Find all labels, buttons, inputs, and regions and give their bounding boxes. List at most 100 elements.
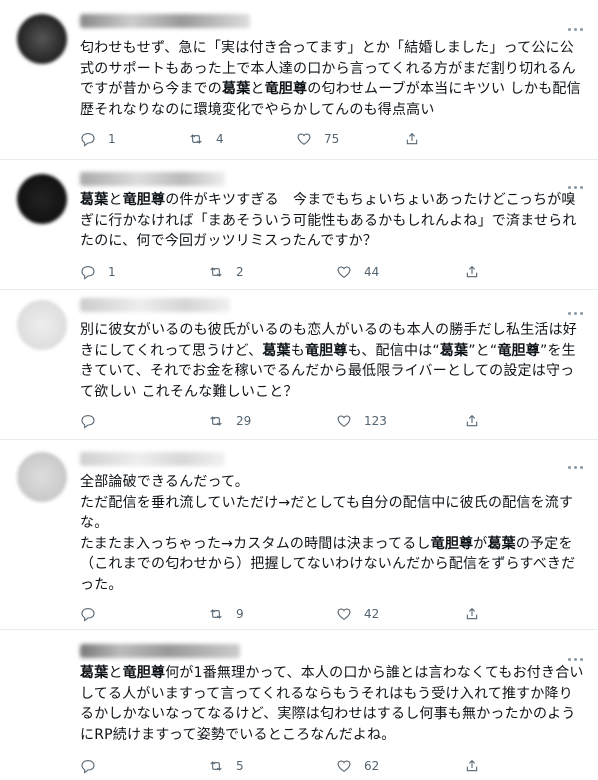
mention-name: 竜胆尊 bbox=[122, 665, 166, 681]
more-options-icon[interactable] bbox=[566, 16, 584, 31]
like-button[interactable]: 62 bbox=[336, 757, 379, 775]
share-button[interactable] bbox=[404, 130, 420, 148]
reply-count: 1 bbox=[108, 132, 116, 146]
tweet-text: 匂わせもせず、急に「実は付き合ってます」とか「結婚しました」って公に公式のサポー… bbox=[80, 38, 585, 120]
retweet-count: 2 bbox=[236, 265, 244, 279]
mention-name: 竜胆尊 bbox=[264, 81, 308, 97]
text-segment: と bbox=[108, 665, 123, 681]
avatar[interactable] bbox=[17, 14, 67, 64]
like-count: 42 bbox=[364, 607, 380, 621]
reply-icon bbox=[81, 608, 95, 622]
mention-name: 竜胆尊 bbox=[304, 342, 348, 359]
mention-name: 竜胆尊 bbox=[430, 535, 474, 552]
share-button[interactable] bbox=[464, 263, 480, 281]
more-options-icon[interactable] bbox=[566, 454, 584, 469]
reply-icon bbox=[81, 760, 95, 774]
retweet-icon bbox=[210, 761, 222, 771]
share-button[interactable] bbox=[464, 757, 480, 775]
retweet-icon bbox=[210, 267, 222, 277]
more-options-icon[interactable] bbox=[566, 646, 584, 661]
avatar[interactable] bbox=[17, 174, 67, 224]
tweet[interactable]: 葛葉と竜胆尊何が1番無理かって、本人の口から誰とは言わなくてもお付き合いしてる人… bbox=[0, 630, 598, 780]
retweet-icon bbox=[210, 416, 222, 426]
heart-icon bbox=[337, 266, 351, 278]
text-segment: が bbox=[473, 535, 488, 552]
like-count: 44 bbox=[364, 265, 380, 279]
mention-name: 葛葉 bbox=[80, 665, 109, 681]
text-segment: も bbox=[290, 342, 305, 359]
reply-button[interactable] bbox=[80, 412, 108, 430]
like-button[interactable]: 42 bbox=[336, 605, 379, 623]
author-name-blurred[interactable] bbox=[80, 14, 250, 28]
share-icon bbox=[466, 265, 478, 278]
tweet-text: 葛葉と竜胆尊の件がキツすぎる 今までもちょいちょいあったけどこっちが嗅ぎに行かな… bbox=[80, 190, 585, 252]
text-segment: ”と“ bbox=[468, 342, 498, 359]
like-button[interactable]: 44 bbox=[336, 263, 379, 281]
retweet-button[interactable]: 5 bbox=[208, 757, 244, 775]
share-icon bbox=[466, 759, 478, 772]
author-name-blurred[interactable] bbox=[80, 298, 230, 312]
tweet-actions: 1 2 44 bbox=[80, 263, 500, 281]
retweet-button[interactable]: 29 bbox=[208, 412, 251, 430]
heart-icon bbox=[337, 415, 351, 427]
retweet-count: 5 bbox=[236, 759, 244, 773]
like-button[interactable]: 123 bbox=[336, 412, 387, 430]
text-segment: と bbox=[250, 81, 265, 97]
like-count: 62 bbox=[364, 759, 380, 773]
reply-button[interactable]: 1 bbox=[80, 130, 116, 148]
tweet-text: 葛葉と竜胆尊何が1番無理かって、本人の口から誰とは言わなくてもお付き合いしてる人… bbox=[80, 663, 585, 745]
author-name-blurred[interactable] bbox=[80, 452, 225, 466]
heart-icon bbox=[337, 760, 351, 772]
share-button[interactable] bbox=[464, 412, 480, 430]
mention-name: 竜胆尊 bbox=[122, 192, 166, 208]
share-icon bbox=[406, 132, 418, 145]
tweet-actions: 5 62 bbox=[80, 757, 500, 775]
tweet-actions: 29 123 bbox=[80, 412, 500, 430]
more-options-icon[interactable] bbox=[566, 174, 584, 189]
mention-name: 竜胆尊 bbox=[497, 342, 540, 359]
tweet-text: 全部論破できるんだって。 ただ配信を垂れ流していただけ→だとしても自分の配信中に… bbox=[80, 472, 585, 595]
reply-icon bbox=[81, 415, 95, 429]
mention-name: 葛葉 bbox=[487, 535, 516, 552]
mention-name: 葛葉 bbox=[439, 342, 469, 359]
tweet-actions: 9 42 bbox=[80, 605, 500, 623]
tweet-text: 別に彼女がいるのも彼氏がいるのも恋人がいるのも本人の勝手だし私生活は好きにしてく… bbox=[80, 320, 585, 402]
heart-icon bbox=[337, 608, 351, 620]
like-count: 123 bbox=[364, 414, 387, 428]
avatar[interactable] bbox=[17, 300, 67, 350]
reply-button[interactable]: 1 bbox=[80, 263, 116, 281]
reply-icon bbox=[81, 133, 95, 147]
retweet-icon bbox=[190, 134, 202, 144]
like-count: 75 bbox=[324, 132, 340, 146]
tweet[interactable]: 別に彼女がいるのも彼氏がいるのも恋人がいるのも本人の勝手だし私生活は好きにしてく… bbox=[0, 290, 598, 440]
author-name-blurred[interactable] bbox=[80, 172, 225, 186]
retweet-button[interactable]: 9 bbox=[208, 605, 244, 623]
retweet-button[interactable]: 4 bbox=[188, 130, 224, 148]
share-icon bbox=[466, 607, 478, 620]
tweet[interactable]: 匂わせもせず、急に「実は付き合ってます」とか「結婚しました」って公に公式のサポー… bbox=[0, 0, 598, 160]
mention-name: 葛葉 bbox=[262, 342, 291, 359]
reply-count: 1 bbox=[108, 265, 116, 279]
retweet-count: 4 bbox=[216, 132, 224, 146]
retweet-button[interactable]: 2 bbox=[208, 263, 244, 281]
author-name-blurred[interactable] bbox=[80, 644, 240, 658]
tweet[interactable]: 全部論破できるんだって。 ただ配信を垂れ流していただけ→だとしても自分の配信中に… bbox=[0, 440, 598, 630]
reply-button[interactable] bbox=[80, 605, 108, 623]
text-segment: と bbox=[108, 192, 123, 208]
mention-name: 葛葉 bbox=[222, 81, 251, 97]
like-button[interactable]: 75 bbox=[296, 130, 339, 148]
tweet-actions: 1 4 75 bbox=[80, 130, 500, 148]
retweet-count: 29 bbox=[236, 414, 252, 428]
tweet[interactable]: 葛葉と竜胆尊の件がキツすぎる 今までもちょいちょいあったけどこっちが嗅ぎに行かな… bbox=[0, 160, 598, 290]
share-icon bbox=[466, 414, 478, 427]
text-segment: も、配信中は“ bbox=[347, 342, 440, 359]
reply-icon bbox=[81, 266, 95, 280]
retweet-icon bbox=[210, 609, 222, 619]
reply-button[interactable] bbox=[80, 757, 108, 775]
mention-name: 葛葉 bbox=[80, 192, 109, 208]
share-button[interactable] bbox=[464, 605, 480, 623]
avatar[interactable] bbox=[17, 452, 67, 502]
heart-icon bbox=[297, 133, 311, 145]
more-options-icon[interactable] bbox=[566, 300, 584, 315]
retweet-count: 9 bbox=[236, 607, 244, 621]
